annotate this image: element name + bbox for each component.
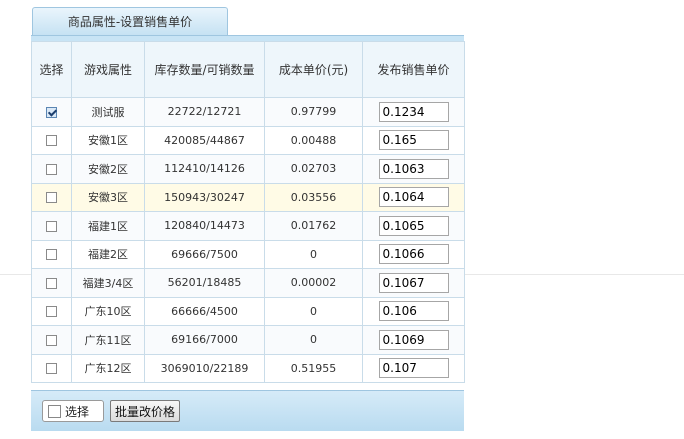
row-cost-price: 0.02703	[264, 154, 363, 184]
sale-price-input[interactable]	[378, 215, 449, 236]
row-checkbox[interactable]	[46, 277, 57, 289]
row-select-cell	[31, 268, 72, 298]
row-checkbox[interactable]	[46, 249, 57, 261]
table-row: 安徽2区 112410/14126 0.02703	[31, 154, 465, 184]
row-cost-price: 0	[264, 325, 363, 355]
row-sale-price-cell	[362, 325, 465, 355]
row-checkbox[interactable]	[46, 192, 57, 204]
row-stock-quantity: 420085/44867	[144, 125, 265, 155]
row-sale-price-cell	[362, 97, 465, 127]
row-checkbox[interactable]	[46, 106, 57, 118]
batch-change-price-button[interactable]: 批量改价格	[110, 400, 180, 422]
row-stock-quantity: 69166/7000	[144, 325, 265, 355]
price-table: 选择 游戏属性 库存数量/可销数量 成本单价(元) 发布销售单价 测试服 2272…	[31, 41, 465, 383]
table-row: 福建1区 120840/14473 0.01762	[31, 211, 465, 241]
row-game-attribute: 安徽2区	[71, 154, 145, 184]
header-cost-price: 成本单价(元)	[264, 41, 363, 98]
row-select-cell	[31, 182, 72, 212]
tab-set-sale-price[interactable]: 商品属性-设置销售单价	[32, 7, 228, 35]
row-sale-price-cell	[362, 296, 465, 326]
row-cost-price: 0.51955	[264, 353, 363, 383]
row-game-attribute: 广东10区	[71, 296, 145, 326]
price-settings-panel: 商品属性-设置销售单价 选择 游戏属性 库存数量/可销数量 成本单价(元) 发布…	[31, 7, 465, 431]
table-row: 福建3/4区 56201/18485 0.00002	[31, 268, 465, 298]
row-select-cell	[31, 154, 72, 184]
row-sale-price-cell	[362, 353, 465, 383]
header-select: 选择	[31, 41, 72, 98]
select-all-checkbox[interactable]	[48, 404, 61, 418]
row-select-cell	[31, 296, 72, 326]
row-select-cell	[31, 353, 72, 383]
row-stock-quantity: 120840/14473	[144, 211, 265, 241]
row-game-attribute: 安徽1区	[71, 125, 145, 155]
footer-bar: 选择 批量改价格	[31, 390, 464, 431]
row-game-attribute: 测试服	[71, 97, 145, 127]
header-sale-price: 发布销售单价	[362, 41, 465, 98]
table-header-row: 选择 游戏属性 库存数量/可销数量 成本单价(元) 发布销售单价	[31, 41, 465, 98]
table-row: 广东10区 66666/4500 0	[31, 296, 465, 326]
row-cost-price: 0	[264, 239, 363, 269]
row-checkbox[interactable]	[46, 163, 57, 175]
row-select-cell	[31, 125, 72, 155]
header-game-attribute: 游戏属性	[71, 41, 145, 98]
table-row: 安徽3区 150943/30247 0.03556	[31, 182, 465, 212]
row-game-attribute: 福建3/4区	[71, 268, 145, 298]
row-cost-price: 0.97799	[264, 97, 363, 127]
row-checkbox[interactable]	[46, 135, 57, 147]
row-stock-quantity: 22722/12721	[144, 97, 265, 127]
header-stock-quantity: 库存数量/可销数量	[144, 41, 265, 98]
table-row: 福建2区 69666/7500 0	[31, 239, 465, 269]
table-body: 测试服22722/127210.97799安徽1区420085/448670.0…	[31, 97, 465, 383]
row-cost-price: 0.00488	[264, 125, 363, 155]
row-sale-price-cell	[362, 125, 465, 155]
sale-price-input[interactable]	[378, 187, 449, 208]
row-game-attribute: 福建2区	[71, 239, 145, 269]
row-game-attribute: 广东11区	[71, 325, 145, 355]
sale-price-input[interactable]	[378, 329, 449, 350]
row-stock-quantity: 56201/18485	[144, 268, 265, 298]
row-stock-quantity: 69666/7500	[144, 239, 265, 269]
table-row: 广东11区 69166/7000 0	[31, 325, 465, 355]
row-cost-price: 0	[264, 296, 363, 326]
row-game-attribute: 福建1区	[71, 211, 145, 241]
row-select-cell	[31, 325, 72, 355]
row-game-attribute: 广东12区	[71, 353, 145, 383]
sale-price-input[interactable]	[378, 358, 449, 379]
row-sale-price-cell	[362, 268, 465, 298]
table-row: 测试服 22722/12721 0.97799	[31, 97, 465, 127]
row-checkbox[interactable]	[46, 306, 57, 318]
table-row: 广东12区 3069010/22189 0.51955	[31, 353, 465, 383]
row-cost-price: 0.00002	[264, 268, 363, 298]
row-stock-quantity: 150943/30247	[144, 182, 265, 212]
row-cost-price: 0.03556	[264, 182, 363, 212]
row-sale-price-cell	[362, 154, 465, 184]
row-checkbox[interactable]	[46, 334, 57, 346]
sale-price-input[interactable]	[378, 130, 449, 151]
row-stock-quantity: 3069010/22189	[144, 353, 265, 383]
sale-price-input[interactable]	[378, 301, 449, 322]
row-sale-price-cell	[362, 239, 465, 269]
table-row: 安徽1区 420085/44867 0.00488	[31, 125, 465, 155]
sale-price-input[interactable]	[378, 101, 449, 122]
row-stock-quantity: 66666/4500	[144, 296, 265, 326]
row-sale-price-cell	[362, 182, 465, 212]
sale-price-input[interactable]	[378, 158, 449, 179]
row-select-cell	[31, 211, 72, 241]
row-game-attribute: 安徽3区	[71, 182, 145, 212]
row-select-cell	[31, 97, 72, 127]
row-sale-price-cell	[362, 211, 465, 241]
select-all-label: 选择	[65, 404, 90, 419]
row-checkbox[interactable]	[46, 363, 57, 375]
sale-price-input[interactable]	[378, 272, 449, 293]
row-select-cell	[31, 239, 72, 269]
row-checkbox[interactable]	[46, 220, 57, 232]
row-stock-quantity: 112410/14126	[144, 154, 265, 184]
row-cost-price: 0.01762	[264, 211, 363, 241]
select-all-button[interactable]: 选择	[42, 400, 104, 422]
sale-price-input[interactable]	[378, 244, 449, 265]
